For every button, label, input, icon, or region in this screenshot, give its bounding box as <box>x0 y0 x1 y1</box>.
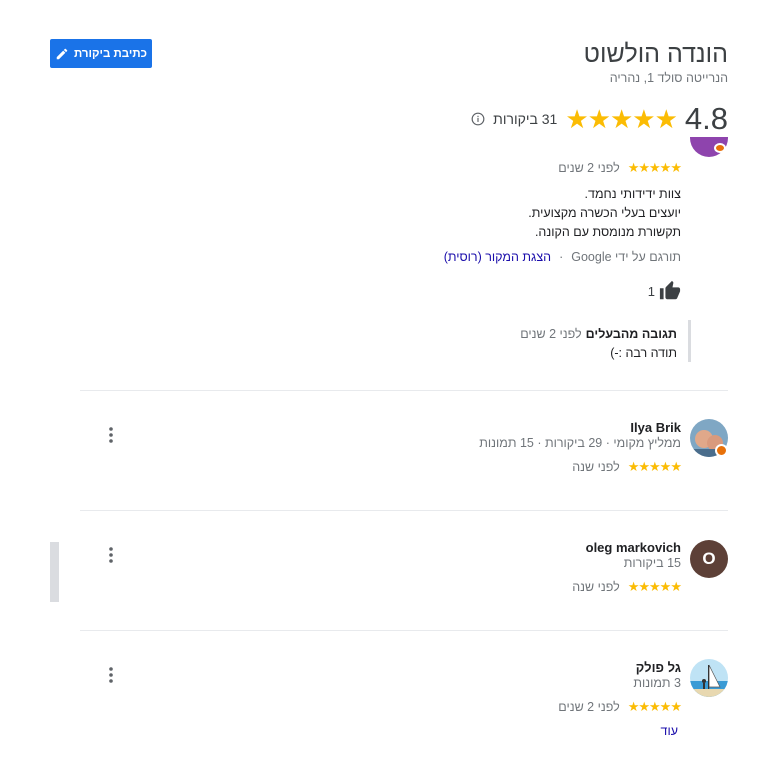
thumbs-up-icon[interactable] <box>659 280 681 302</box>
like-count: 1 <box>647 283 655 299</box>
avatar-letter: O <box>702 549 716 568</box>
avatar[interactable] <box>690 659 728 697</box>
reviewer-meta: 3 תמונות <box>633 676 681 690</box>
more-options-icon[interactable] <box>101 665 121 685</box>
write-review-button[interactable]: כתיבת ביקורת <box>50 39 152 68</box>
translated-by: תורגם על ידי Google <box>571 250 681 264</box>
avatar[interactable]: O <box>690 540 728 578</box>
review-line: יועצים בעלי הכשרה מקצועית. <box>528 206 681 220</box>
partial-avatar <box>690 137 728 157</box>
divider <box>80 630 728 631</box>
divider <box>80 510 728 511</box>
review-rating-row: ★★★★★ לפני שנה <box>572 459 682 475</box>
more-link[interactable]: עוד <box>661 724 678 738</box>
review-stars: ★★★★★ <box>627 459 682 474</box>
reviewer-meta: 15 ביקורות <box>623 556 681 570</box>
review-line: צוות ידידותי נחמד. <box>584 187 681 201</box>
review-time: לפני 2 שנים <box>558 161 620 175</box>
review-stars: ★★★★★ <box>627 699 682 714</box>
pencil-icon <box>56 48 68 59</box>
scrollbar-thumb[interactable] <box>50 542 59 602</box>
place-title: הונדה הולשוט <box>583 40 728 68</box>
rating-stars: ★★★★★ <box>565 103 678 134</box>
review-text: צוות ידידותי נחמד. יועצים בעלי הכשרה מקצ… <box>528 185 681 242</box>
review-time: לפני שנה <box>572 460 620 474</box>
review-stars: ★★★★★ <box>627 579 682 594</box>
reviewer-meta: ממליץ מקומי · 29 ביקורות · 15 תמונות <box>479 436 681 450</box>
review-rating-row: ★★★★★ לפני 2 שנים <box>558 160 682 176</box>
review-time: לפני 2 שנים <box>558 700 620 714</box>
translation-row: תורגם על ידי Google · הצגת המקור (רוסית) <box>444 250 681 264</box>
reviewer-name[interactable]: גל פולק <box>636 660 681 675</box>
owner-reply-time: לפני 2 שנים <box>520 327 582 341</box>
review-rating-row: ★★★★★ לפני שנה <box>572 579 682 595</box>
write-review-label: כתיבת ביקורת <box>73 47 148 60</box>
review-time: לפני שנה <box>572 580 620 594</box>
rating-summary: 4.8 ★★★★★ 31 ביקורות <box>471 101 728 137</box>
more-options-icon[interactable] <box>101 425 121 445</box>
local-guide-badge <box>715 444 728 457</box>
separator: · <box>559 250 564 264</box>
review-rating-row: ★★★★★ לפני 2 שנים <box>558 699 682 715</box>
more-options-icon[interactable] <box>101 545 121 565</box>
review-stars: ★★★★★ <box>627 160 682 175</box>
like-row: 1 <box>648 280 681 302</box>
owner-reply-bar <box>688 320 691 362</box>
owner-reply-header: תגובה מהבעלים לפני 2 שנים <box>520 327 677 341</box>
rating-value: 4.8 <box>684 101 728 136</box>
divider <box>80 390 728 391</box>
review-line: תקשורת מנומסת עם הקונה. <box>534 225 681 239</box>
owner-reply-text: תודה רבה :-) <box>610 346 677 360</box>
show-original-link[interactable]: הצגת המקור (רוסית) <box>444 250 551 264</box>
place-address: הנרייטה סולד 1, נהריה <box>609 71 728 85</box>
owner-reply-label: תגובה מהבעלים <box>585 327 677 341</box>
review-count[interactable]: 31 ביקורות <box>493 111 557 127</box>
reviewer-name[interactable]: Ilya Brik <box>630 420 681 435</box>
reviewer-name[interactable]: oleg markovich <box>586 540 681 555</box>
info-icon[interactable] <box>471 112 485 126</box>
